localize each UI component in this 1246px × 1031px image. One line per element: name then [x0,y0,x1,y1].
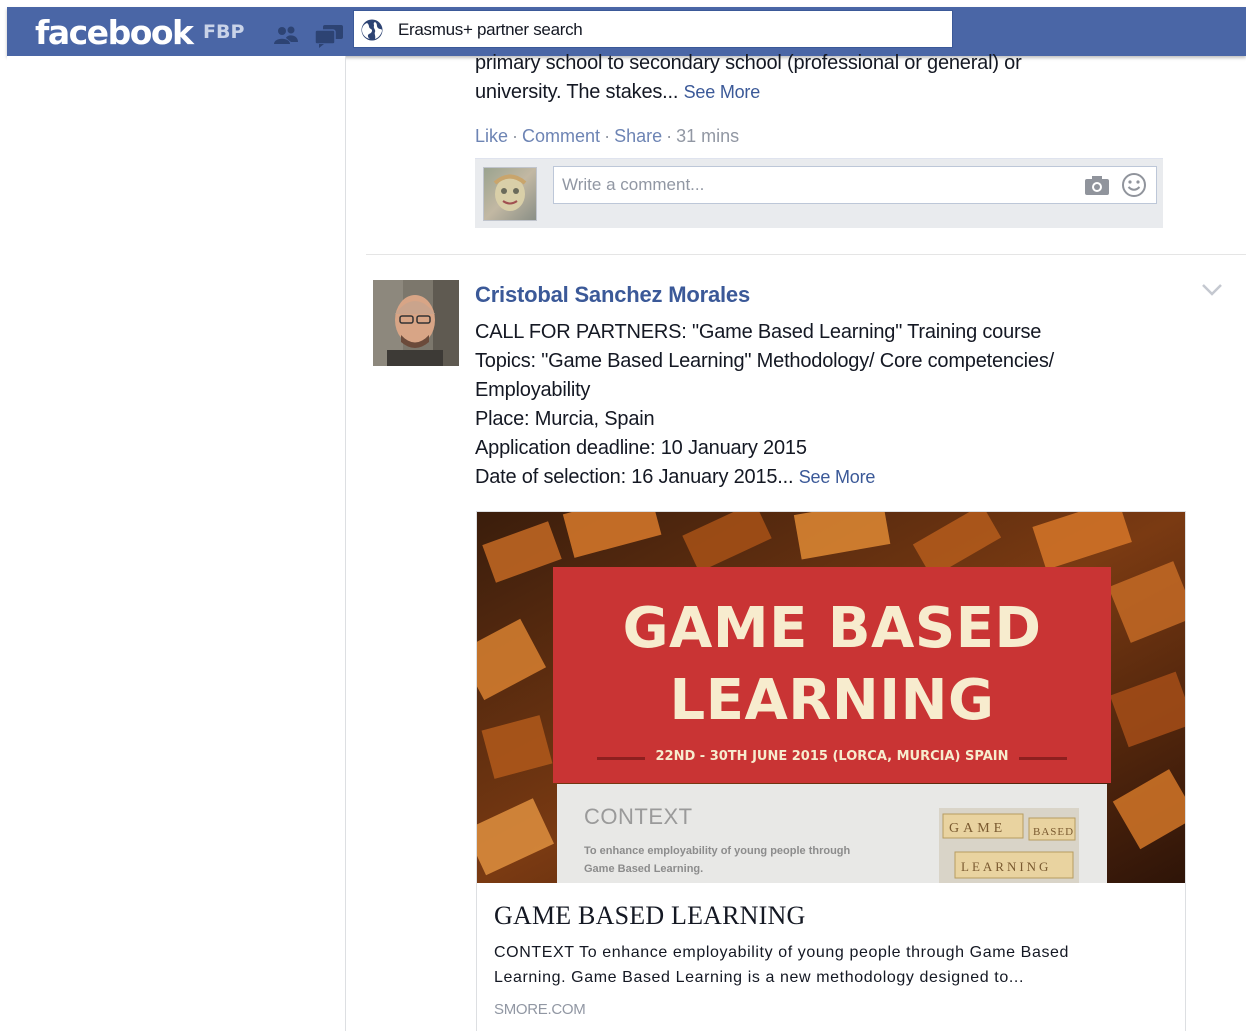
preview-domain: SMORE.COM [494,1001,586,1018]
comment-link[interactable]: Comment [522,126,600,146]
separator: · [666,126,673,146]
column-divider [345,56,346,1031]
context-panel: CONTEXT To enhance employability of youn… [557,784,1107,883]
messages-icon[interactable] [314,24,344,48]
camera-icon[interactable] [1084,174,1110,196]
post-divider [366,254,1246,255]
comment-input[interactable]: Write a comment... [553,166,1157,204]
banner-title: GAME BASED LEARNING [553,593,1111,737]
tiles-word: LEARNING [961,859,1051,874]
previous-post-line: primary school to secondary school (prof… [475,52,1022,74]
author-avatar[interactable] [373,280,459,366]
preview-image[interactable]: GAME BASED LEARNING 22ND - 30TH JUNE 201… [477,512,1185,883]
see-more-link[interactable]: See More [684,82,761,102]
post-line: CALL FOR PARTNERS: "Game Based Learning"… [475,321,1042,343]
banner-title-line: LEARNING [669,668,995,733]
comment-placeholder: Write a comment... [562,175,705,194]
event-banner: GAME BASED LEARNING 22ND - 30TH JUNE 201… [553,567,1111,783]
search-input[interactable]: Erasmus+ partner search [353,10,953,48]
banner-dates: 22ND - 30TH JUNE 2015 (LORCA, MURCIA) SP… [655,749,1009,764]
friends-icon[interactable] [273,25,299,45]
comment-box: Write a comment... [475,158,1163,228]
post-line: Place: Murcia, Spain [475,408,655,430]
fbp-badge[interactable]: FBP [203,21,244,43]
preview-description-line: CONTEXT To enhance employability of youn… [494,944,1070,961]
separator: · [512,126,519,146]
banner-date-row: 22ND - 30TH JUNE 2015 (LORCA, MURCIA) SP… [597,748,1067,768]
see-more-link[interactable]: See More [799,467,876,487]
smiley-icon[interactable] [1121,172,1147,198]
left-sidebar [7,56,345,1031]
banner-title-line: GAME BASED [622,596,1042,661]
context-text-line: To enhance employability of young people… [584,845,851,857]
author-name-link[interactable]: Cristobal Sanchez Morales [475,281,750,309]
post-action-bar: Like · Comment · Share · 31 mins [475,125,739,147]
post-text: CALL FOR PARTNERS: "Game Based Learning"… [475,318,1175,492]
previous-post-text: primary school to secondary school (prof… [475,49,1175,107]
like-link[interactable]: Like [475,126,508,146]
context-heading: CONTEXT [584,804,693,829]
search-query: Erasmus+ partner search [398,20,583,39]
post-line: Date of selection: 16 January 2015... [475,466,794,488]
post-timestamp[interactable]: 31 mins [676,126,739,146]
context-text-line: Game Based Learning. [584,863,704,875]
context-text: To enhance employability of young people… [584,842,904,878]
share-link[interactable]: Share [614,126,662,146]
chevron-down-icon[interactable] [1200,282,1224,298]
preview-description-line: Learning. Game Based Learning is a new m… [494,969,1024,986]
preview-title[interactable]: GAME BASED LEARNING [494,901,805,931]
link-preview[interactable]: GAME BASED LEARNING 22ND - 30TH JUNE 201… [476,511,1186,1031]
tiles-word: BASED [1033,826,1074,838]
previous-post-line: university. The stakes... [475,81,679,103]
post-line: Employability [475,379,591,401]
tiles-word: GAME [949,821,1006,836]
avatar[interactable] [483,167,537,221]
globe-icon [361,19,383,41]
post-line: Application deadline: 10 January 2015 [475,437,807,459]
scrabble-tiles-image: GAME BASED LEARNING [939,808,1079,883]
facebook-logo[interactable]: facebook [35,13,194,53]
separator: · [604,126,611,146]
post-line: Topics: "Game Based Learning" Methodolog… [475,350,1054,372]
preview-description: CONTEXT To enhance employability of youn… [494,940,1134,990]
